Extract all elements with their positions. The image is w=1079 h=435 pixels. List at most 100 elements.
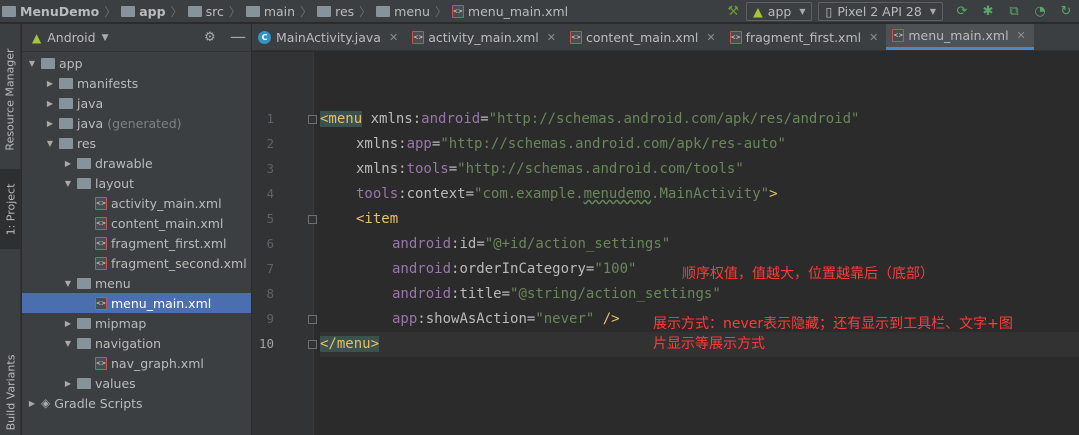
tree-item[interactable]: ▶ java — [22, 93, 251, 113]
tree-item-label: layout — [95, 175, 135, 191]
breadcrumb-res[interactable]: res — [315, 0, 356, 23]
tree-item[interactable]: <> activity_main.xml — [22, 193, 251, 213]
collapsed-arrow-icon[interactable]: ▶ — [44, 99, 56, 108]
line-number: 5 — [266, 211, 274, 226]
close-icon[interactable]: ✕ — [547, 31, 556, 44]
gradle-icon: ◈ — [41, 396, 51, 410]
folder-icon — [77, 177, 91, 189]
collapsed-arrow-icon[interactable]: ▶ — [62, 319, 74, 328]
gear-icon[interactable]: ⚙ — [204, 30, 216, 45]
hammer-icon[interactable]: ⚒ — [725, 4, 741, 20]
collapsed-arrow-icon[interactable]: ▶ — [62, 379, 74, 388]
editor-tab[interactable]: <> activity_main.xml ✕ — [406, 24, 564, 50]
line-number: 6 — [266, 236, 274, 251]
editor-tab-label: activity_main.xml — [428, 29, 539, 45]
android-icon: ▲ — [753, 4, 763, 19]
tree-item[interactable]: ▶ ◈ Gradle Scripts — [22, 393, 251, 413]
breadcrumb-src[interactable]: src — [186, 0, 226, 23]
breadcrumb-menu[interactable]: menu — [374, 0, 432, 23]
chevron-right-icon: 〉 — [104, 4, 117, 19]
editor-tab-label: content_main.xml — [585, 29, 699, 45]
collapsed-arrow-icon[interactable]: ▶ — [44, 79, 56, 88]
tree-item-label: nav_graph.xml — [111, 355, 204, 371]
code-line-10: </menu> — [320, 336, 380, 352]
tree-item[interactable]: ▶ mipmap — [22, 313, 251, 333]
tree-item[interactable]: <> fragment_second.xml — [22, 253, 251, 273]
breadcrumb-main[interactable]: main — [244, 0, 297, 23]
close-icon[interactable]: ✕ — [869, 31, 878, 44]
tree-item[interactable]: ▶ values — [22, 373, 251, 393]
editor-tab[interactable]: <> content_main.xml ✕ — [564, 24, 724, 50]
folder-icon — [245, 5, 260, 17]
close-icon[interactable]: ✕ — [389, 31, 398, 44]
folder-icon — [77, 317, 91, 329]
collapsed-arrow-icon[interactable]: ▶ — [62, 159, 74, 168]
tool-tab-project[interactable]: 1: Project — [0, 169, 21, 249]
fold-marker-icon[interactable] — [308, 315, 317, 324]
run-config-select[interactable]: ▲ app ▼ — [746, 2, 813, 21]
tree-item[interactable]: <> fragment_first.xml — [22, 233, 251, 253]
code-line-7: android:orderInCategory="100" — [392, 261, 637, 277]
close-icon[interactable]: ✕ — [706, 31, 715, 44]
hide-panel-icon[interactable]: — — [230, 27, 246, 46]
tree-item[interactable]: ▼ layout — [22, 173, 251, 193]
tool-tab-resource-manager[interactable]: Resource Manager — [0, 34, 21, 164]
tree-item[interactable]: <> content_main.xml — [22, 213, 251, 233]
tree-item-label: java — [77, 95, 104, 111]
profile-icon[interactable]: ◔ — [1032, 4, 1048, 20]
tree-item[interactable]: ▶ java (generated) — [22, 113, 251, 133]
annotation-show-line-2: 片显示等展示方式 — [653, 336, 765, 352]
breadcrumb-project[interactable]: MenuDemo — [0, 0, 101, 23]
tool-tab-build-variants[interactable]: Build Variants — [0, 349, 21, 435]
project-panel-header: ▲ Android ▼ ⚙ — — [22, 24, 251, 52]
tree-item[interactable]: ▶ manifests — [22, 73, 251, 93]
rerun-icon[interactable]: ⟳ — [954, 4, 970, 20]
expanded-arrow-icon[interactable]: ▼ — [62, 179, 74, 188]
line-number: 4 — [266, 186, 274, 201]
code-line-9: app:showAsAction="never" /> — [392, 311, 620, 327]
tree-item-label: mipmap — [95, 315, 147, 331]
tree-item[interactable]: ▼ navigation — [22, 333, 251, 353]
chevron-down-icon[interactable]: ▼ — [102, 33, 109, 43]
editor-tab[interactable]: C MainActivity.java ✕ — [252, 24, 406, 50]
editor-tabs: C MainActivity.java ✕ <> activity_main.xml ✕ <… — [252, 24, 1079, 51]
collapsed-arrow-icon[interactable]: ▶ — [44, 119, 56, 128]
xml-file-icon: <> — [412, 30, 425, 44]
fold-marker-icon[interactable] — [308, 115, 317, 124]
fold-marker-icon[interactable] — [308, 340, 317, 349]
collapsed-arrow-icon[interactable]: ▶ — [26, 399, 38, 408]
debug-icon[interactable]: ✱ — [980, 4, 996, 20]
expanded-arrow-icon[interactable]: ▼ — [62, 339, 74, 348]
tree-item-label: Gradle Scripts — [54, 395, 143, 411]
editor-tab[interactable]: <> menu_main.xml ✕ — [886, 24, 1034, 50]
folder-icon — [59, 77, 73, 89]
close-icon[interactable]: ✕ — [1017, 29, 1026, 42]
tree-item[interactable]: <> nav_graph.xml — [22, 353, 251, 373]
breadcrumb-file[interactable]: <> menu_main.xml — [450, 0, 570, 23]
editor-tab[interactable]: <> fragment_first.xml ✕ — [724, 24, 887, 50]
tree-item[interactable]: ▼ app — [22, 53, 251, 73]
annotation-order: 顺序权值，值越大，位置越靠后（底部） — [682, 266, 934, 282]
expanded-arrow-icon[interactable]: ▼ — [26, 59, 38, 68]
project-view-select[interactable]: Android — [47, 30, 95, 45]
expanded-arrow-icon[interactable]: ▼ — [44, 139, 56, 148]
navigation-bar: MenuDemo 〉 app 〉 src 〉 main 〉 res 〉 menu… — [0, 0, 1079, 23]
tree-item-label: drawable — [95, 155, 153, 171]
project-panel: ▲ Android ▼ ⚙ — ▼ app ▶ manifests ▶ java ▶ java… — [22, 24, 251, 435]
code-area[interactable]: <menu xmlns:android="http://schemas.andr… — [320, 52, 1079, 435]
chevron-right-icon: 〉 — [434, 4, 447, 19]
apply-changes-icon[interactable]: ↻ — [1058, 4, 1074, 20]
fold-marker-icon[interactable] — [308, 215, 317, 224]
res-folder-icon — [317, 5, 332, 17]
tree-item[interactable]: ▼ res — [22, 133, 251, 153]
attach-debugger-icon[interactable]: ⧉ — [1006, 4, 1022, 20]
tree-item-label: fragment_first.xml — [111, 235, 227, 251]
breadcrumb-app[interactable]: app — [119, 0, 167, 23]
expanded-arrow-icon[interactable]: ▼ — [62, 279, 74, 288]
device-select[interactable]: ▯ Pixel 2 API 28 ▼ — [818, 2, 943, 21]
tree-item[interactable]: <> menu_main.xml — [22, 293, 251, 313]
tree-item-label: menu_main.xml — [111, 295, 212, 311]
code-line-6: android:id="@+id/action_settings" — [392, 236, 671, 252]
tree-item[interactable]: ▶ drawable — [22, 153, 251, 173]
tree-item[interactable]: ▼ menu — [22, 273, 251, 293]
